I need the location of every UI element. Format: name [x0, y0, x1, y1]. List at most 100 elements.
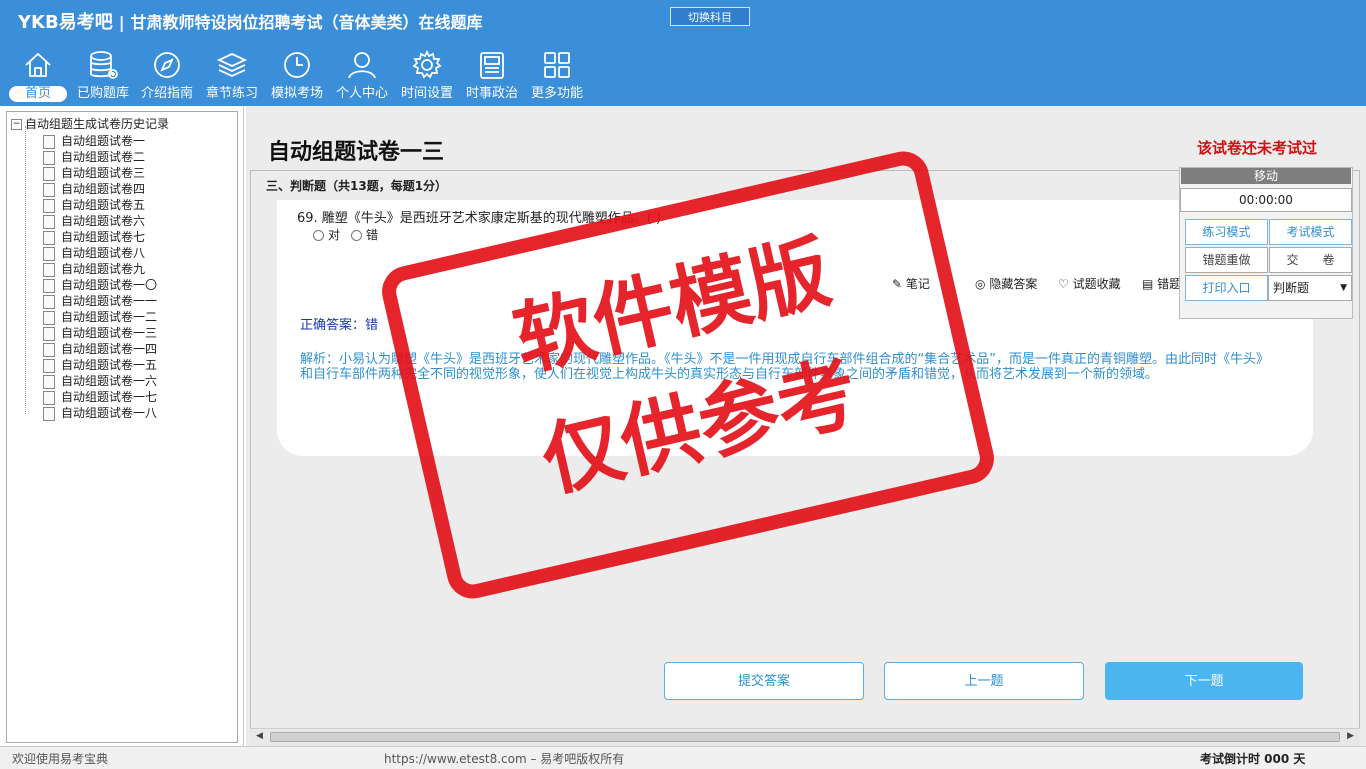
tree-item[interactable]: 自动组题试卷一 [43, 133, 145, 149]
document-icon [43, 182, 55, 197]
welcome-text: 欢迎使用易考宝典 [12, 752, 109, 766]
user-icon [348, 52, 376, 79]
nav-purchased[interactable]: 已购题库 [71, 48, 135, 104]
exam-timer: 00:00:00 [1180, 188, 1352, 212]
document-icon [43, 406, 55, 421]
heart-icon: ♡ [1058, 277, 1069, 291]
correct-answer: 正确答案：错 [300, 318, 379, 333]
option-true[interactable]: 对 [313, 226, 340, 243]
next-question-button[interactable]: 下一题 [1105, 662, 1303, 700]
tree-item[interactable]: 自动组题试卷三 [43, 165, 145, 181]
app-title-text: 甘肃教师特设岗位招聘考试（音体美类）在线题库 [130, 13, 483, 32]
option-false[interactable]: 错 [351, 226, 378, 243]
nav-chapter[interactable]: 章节练习 [200, 48, 264, 104]
redo-wrong-button[interactable]: 错题重做 [1185, 247, 1268, 273]
tree-item-label: 自动组题试卷二 [61, 150, 146, 164]
tree-item-label: 自动组题试卷一二 [61, 310, 158, 324]
hide-answer-label: 隐藏答案 [989, 277, 1038, 291]
tree-root-label: 自动组题生成试卷历史记录 [25, 117, 170, 131]
document-icon [43, 134, 55, 149]
tree-item[interactable]: 自动组题试卷一五 [43, 357, 157, 373]
tree-item[interactable]: 自动组题试卷一八 [43, 405, 157, 421]
tree-guide-line [25, 126, 27, 414]
option-false-label: 错 [366, 228, 379, 242]
document-icon [43, 342, 55, 357]
chevron-down-icon: ▼ [1340, 283, 1347, 293]
tree-root[interactable]: − 自动组题生成试卷历史记录 [11, 115, 169, 132]
nav-mock-exam-label: 模拟考场 [270, 86, 323, 101]
tree-item[interactable]: 自动组题试卷一〇 [43, 277, 157, 293]
tree-item[interactable]: 自动组题试卷一六 [43, 373, 157, 389]
hide-answer-tool[interactable]: ◎ 隐藏答案 [975, 275, 1037, 292]
tree-item-label: 自动组题试卷一〇 [61, 278, 158, 292]
question-type-select[interactable]: 判断题 ▼ [1268, 275, 1352, 301]
nav-home[interactable]: 首页 [6, 48, 70, 104]
document-icon [43, 246, 55, 261]
document-icon [43, 262, 55, 277]
tree-item[interactable]: 自动组题试卷九 [43, 261, 145, 277]
tree-item[interactable]: 自动组题试卷一七 [43, 389, 157, 405]
tree-item[interactable]: 自动组题试卷七 [43, 229, 145, 245]
tree-item[interactable]: 自动组题试卷六 [43, 213, 145, 229]
tree-item[interactable]: 自动组题试卷二 [43, 149, 145, 165]
nav-time-settings-label: 时间设置 [400, 86, 453, 101]
print-button[interactable]: 打印入口 [1185, 275, 1268, 301]
scroll-left-icon[interactable]: ◀ [256, 731, 263, 741]
favorite-tool[interactable]: ♡ 试题收藏 [1058, 275, 1121, 292]
radio-false[interactable] [351, 230, 362, 241]
status-bar: 欢迎使用易考宝典 https://www.etest8.com – 易考吧版权所… [0, 746, 1366, 769]
document-icon [43, 358, 55, 373]
tree-item-label: 自动组题试卷一四 [61, 342, 158, 356]
tree-item-label: 自动组题试卷七 [61, 230, 146, 244]
document-icon [43, 310, 55, 325]
tree-item-selected[interactable]: 自动组题试卷一三 [43, 325, 157, 341]
document-icon [43, 390, 55, 405]
paper-title: 自动组题试卷一三 [268, 140, 445, 165]
document-icon [43, 198, 55, 213]
collapse-icon[interactable]: − [11, 119, 22, 130]
practice-mode-button[interactable]: 练习模式 [1185, 219, 1268, 245]
document-icon [43, 294, 55, 309]
sidebar: − 自动组题生成试卷历史记录 自动组题试卷一 自动组题试卷二 自动组题试卷三 自动… [0, 106, 244, 746]
tree-item[interactable]: 自动组题试卷一四 [43, 341, 157, 357]
wrong-question-tool[interactable]: ▤ 错题 [1142, 275, 1181, 292]
list-icon: ▤ [1142, 277, 1154, 291]
home-icon [25, 52, 51, 77]
tree-item[interactable]: 自动组题试卷四 [43, 181, 145, 197]
nav-time-settings[interactable]: 时间设置 [395, 48, 459, 104]
nav-home-label: 首页 [9, 86, 67, 102]
tree-item-label: 自动组题试卷六 [61, 214, 146, 228]
tree-item[interactable]: 自动组题试卷一二 [43, 309, 157, 325]
radio-true[interactable] [313, 230, 324, 241]
switch-subject-button[interactable]: 切换科目 [670, 7, 750, 26]
nav-profile[interactable]: 个人中心 [330, 48, 394, 104]
database-icon [90, 51, 118, 79]
submit-answer-button[interactable]: 提交答案 [664, 662, 864, 700]
tree-item[interactable]: 自动组题试卷八 [43, 245, 145, 261]
nav-guide-label: 介绍指南 [140, 86, 193, 101]
tree-item-label: 自动组题试卷一三 [61, 326, 158, 340]
exam-status-text: 该试卷还未考试过 [1197, 139, 1318, 157]
tree-item[interactable]: 自动组题试卷一一 [43, 293, 157, 309]
scrollbar-thumb[interactable] [270, 732, 1340, 742]
paper-history-tree[interactable]: − 自动组题生成试卷历史记录 自动组题试卷一 自动组题试卷二 自动组题试卷三 自动… [6, 111, 238, 743]
section-title: 三、判断题（共13题，每题1分） [266, 179, 448, 193]
tree-item-label: 自动组题试卷一六 [61, 374, 158, 388]
scroll-right-icon[interactable]: ▶ [1347, 731, 1354, 741]
clock-icon [284, 52, 310, 78]
tree-item[interactable]: 自动组题试卷五 [43, 197, 145, 213]
nav-guide[interactable]: 介绍指南 [135, 48, 199, 104]
nav-current-affairs[interactable]: 时事政治 [460, 48, 524, 104]
tree-item-label: 自动组题试卷一一 [61, 294, 158, 308]
grid-icon [544, 52, 570, 78]
nav-mock-exam[interactable]: 模拟考场 [265, 48, 329, 104]
nav-more-label: 更多功能 [530, 86, 583, 101]
submit-paper-button[interactable]: 交 卷 [1269, 247, 1352, 273]
prev-question-button[interactable]: 上一题 [884, 662, 1084, 700]
tree-item-label: 自动组题试卷四 [61, 182, 146, 196]
exam-mode-button[interactable]: 考试模式 [1269, 219, 1352, 245]
panel-move-handle[interactable]: 移动 [1181, 168, 1351, 184]
layers-icon [216, 53, 248, 77]
horizontal-scrollbar[interactable]: ◀ ▶ [250, 728, 1360, 746]
nav-more[interactable]: 更多功能 [525, 48, 589, 104]
